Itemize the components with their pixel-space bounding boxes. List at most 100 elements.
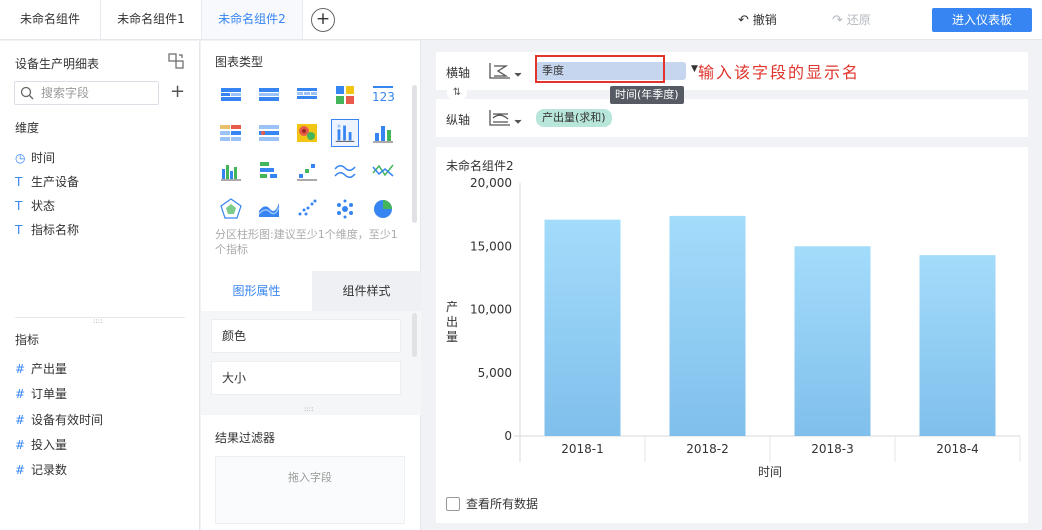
clock-icon: ◷ (15, 151, 26, 165)
add-tab-button[interactable]: + (311, 8, 335, 32)
text-icon: T (15, 175, 23, 189)
property-scrollbar[interactable] (412, 313, 417, 357)
radar-chart-icon[interactable] (217, 195, 245, 223)
kpi-number-icon[interactable]: 123 (369, 81, 397, 109)
area-chart-icon[interactable] (255, 195, 283, 223)
list-indicator-icon[interactable] (255, 119, 283, 147)
bar (919, 255, 996, 436)
dataset-title: 设备生产明细表 (15, 57, 100, 71)
hash-icon: # (15, 413, 26, 427)
redo-icon: ↷ (832, 13, 843, 28)
x-axis-title: 时间 (758, 465, 782, 479)
heatmap-icon[interactable] (293, 119, 321, 147)
switch-dataset-icon[interactable] (168, 53, 184, 69)
y-tick-label: 15,000 (470, 239, 512, 253)
pie-chart-icon[interactable] (369, 195, 397, 223)
filter-drop-zone[interactable]: 拖入字段 (215, 456, 405, 524)
y-tick-label: 20,000 (470, 176, 512, 190)
chart-type-title: 图表类型 (215, 55, 264, 69)
dimension-label: 指标名称 (31, 223, 80, 237)
detail-table-icon[interactable] (331, 81, 359, 109)
measure-title: 指标 (15, 333, 40, 347)
dimension-item[interactable]: T 状态 (15, 197, 55, 215)
scatter-chart-icon[interactable] (293, 195, 321, 223)
dimension-label: 生产设备 (31, 175, 80, 189)
undo-button[interactable]: ↶ 撤销 (738, 11, 777, 28)
y-axis-field-pill[interactable]: 产出量(求和) (536, 109, 612, 127)
search-input[interactable] (41, 85, 153, 101)
show-all-label: 查看所有数据 (466, 497, 539, 511)
y-axis-title: 出 (446, 315, 458, 329)
colored-table-icon[interactable] (217, 119, 245, 147)
field-panel: 设备生产明细表 + 维度 ◷时间 T生产设备 T状态 T指标名称 :::: 指标… (0, 41, 200, 530)
line-chart-icon[interactable] (331, 157, 359, 185)
hash-icon: # (15, 438, 26, 452)
dimension-title: 维度 (15, 121, 40, 135)
measure-item[interactable]: # 投入量 (15, 436, 67, 454)
axis-settings-icon[interactable] (488, 108, 522, 128)
search-field[interactable] (14, 81, 159, 105)
hash-icon: # (15, 362, 26, 376)
grouped-table-icon[interactable] (255, 81, 283, 109)
tab-component-0[interactable]: 未命名组件 (0, 0, 101, 39)
dimension-item[interactable]: ◷ 时间 (15, 149, 55, 167)
tab-graphic-properties[interactable]: 图形属性 (201, 271, 312, 311)
scatter-bar-chart-icon[interactable] (293, 157, 321, 185)
dimension-label: 状态 (31, 199, 56, 213)
y-tick-label: 0 (504, 429, 512, 443)
measure-item[interactable]: # 记录数 (15, 461, 67, 479)
x-axis-label: 横轴 (446, 66, 471, 80)
y-tick-label: 5,000 (478, 366, 512, 380)
tab-component-2[interactable]: 未命名组件2 (202, 0, 303, 39)
bar (794, 246, 871, 436)
size-property[interactable]: 大小 (211, 361, 401, 395)
chart-title: 未命名组件2 (446, 159, 514, 173)
add-field-button[interactable]: + (170, 83, 185, 101)
bar-chart: 20,000 15,000 10,000 5,000 0 2018-1 2018-2 2018… (446, 176, 1021, 479)
checkbox-box[interactable] (446, 497, 460, 511)
measure-label: 记录数 (31, 463, 68, 477)
color-property[interactable]: 颜色 (211, 319, 401, 353)
drag-grip-icon[interactable]: :::: (304, 406, 316, 413)
measure-label: 投入量 (31, 438, 68, 452)
enter-dashboard-button[interactable]: 进入仪表板 (932, 8, 1032, 32)
x-tick-label: 2018-3 (811, 442, 854, 456)
crosstab-icon[interactable] (293, 81, 321, 109)
horizontal-bar-chart-icon[interactable] (255, 157, 283, 185)
dropdown-caret-icon[interactable]: ▼ (691, 64, 698, 74)
measure-item[interactable]: # 设备有效时间 (15, 411, 103, 429)
measure-item[interactable]: # 订单量 (15, 385, 67, 403)
show-all-data-checkbox[interactable]: 查看所有数据 (446, 495, 538, 512)
highlight-box (535, 55, 665, 83)
stacked-bar-chart-icon[interactable] (369, 119, 397, 147)
bar (669, 215, 746, 436)
partitioned-bar-chart-icon[interactable] (331, 119, 359, 147)
measure-item[interactable]: # 产出量 (15, 360, 67, 378)
tab-component-style[interactable]: 组件样式 (312, 271, 421, 311)
y-tick-label: 10,000 (470, 303, 512, 317)
undo-icon: ↶ (738, 13, 749, 28)
multi-bar-chart-icon[interactable] (217, 157, 245, 185)
chart-type-panel: 图表类型 123 分区柱形图:建议至少1个维度，至少1个指标 :::: 图形属性… (201, 41, 421, 530)
result-filter-title: 结果过滤器 (215, 431, 276, 445)
bubble-chart-icon[interactable] (331, 195, 359, 223)
drag-grip-icon[interactable]: :::: (93, 318, 105, 325)
property-tabs: 图形属性 组件样式 (201, 271, 421, 311)
x-tick-label: 2018-1 (561, 442, 604, 456)
bar (544, 219, 621, 436)
axis-settings-icon[interactable] (488, 61, 522, 81)
multi-line-chart-icon[interactable] (369, 157, 397, 185)
text-icon: T (15, 199, 23, 213)
redo-label: 还原 (846, 13, 871, 27)
swap-axes-icon[interactable]: ⇅ (447, 86, 467, 100)
dimension-item[interactable]: T 指标名称 (15, 221, 79, 239)
dimension-label: 时间 (31, 151, 56, 165)
chart-type-scrollbar[interactable] (412, 85, 417, 223)
tab-component-1[interactable]: 未命名组件1 (101, 0, 202, 39)
table-chart-icon[interactable] (217, 81, 245, 109)
y-axis-label: 纵轴 (446, 113, 471, 127)
redo-button[interactable]: ↷ 还原 (832, 11, 871, 28)
field-tooltip: 时间(年季度) (610, 86, 684, 104)
dimension-item[interactable]: T 生产设备 (15, 173, 79, 191)
measure-label: 订单量 (31, 387, 68, 401)
